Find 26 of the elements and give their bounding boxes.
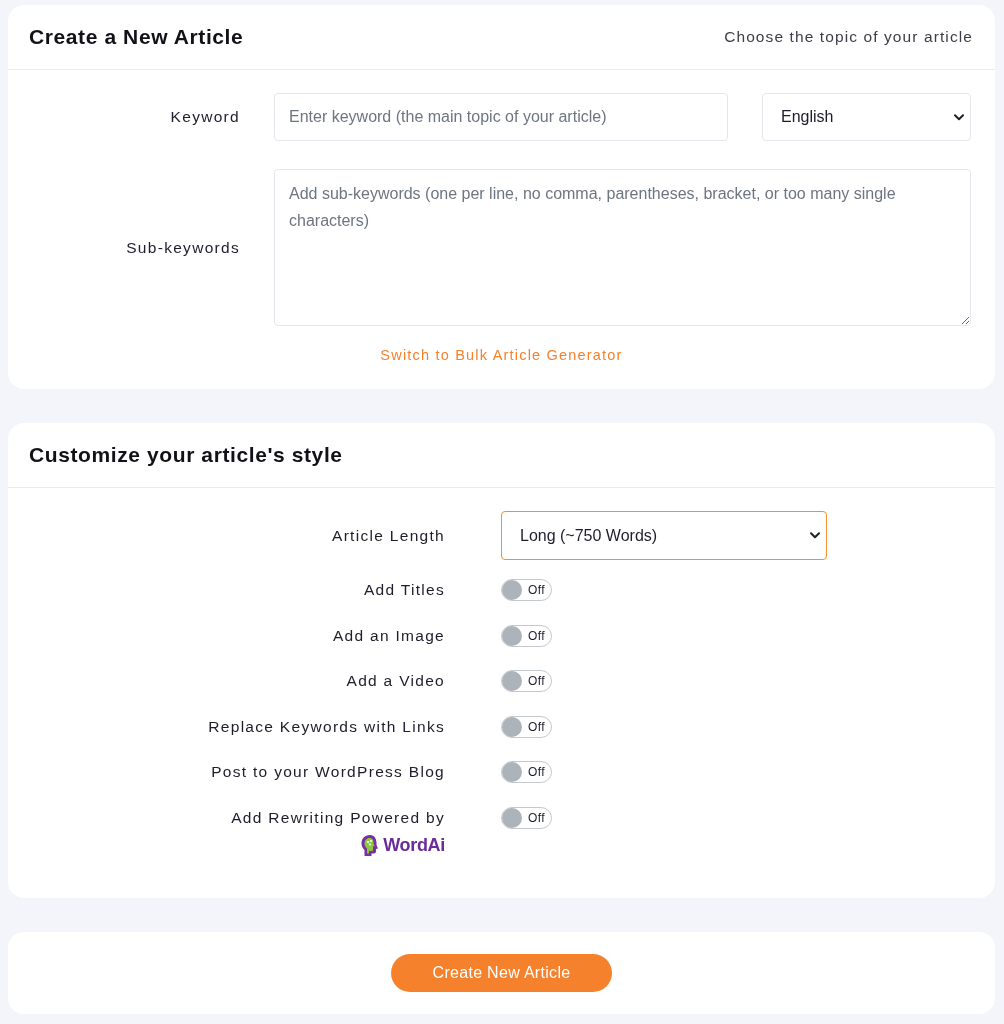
toggle-switch[interactable]: Off [501, 579, 552, 601]
article-length-select[interactable]: Long (~750 Words) [501, 511, 827, 560]
toggle-switch[interactable]: Off [501, 670, 552, 692]
keyword-label: Keyword [170, 108, 240, 126]
toggle-switch[interactable]: Off [501, 761, 552, 783]
article-length-label: Article Length [332, 526, 445, 546]
wordai-logo-text: WordAi [383, 834, 445, 856]
option-label: Add a Video [346, 671, 445, 691]
sub-keywords-label: Sub-keywords [126, 238, 240, 257]
card-title: Customize your article's style [29, 443, 343, 467]
toggle-switch[interactable]: Off [501, 806, 552, 829]
chevron-down-icon [810, 532, 820, 539]
head-profile-icon [360, 833, 381, 857]
option-label: Add an Image [332, 625, 445, 646]
toggle-switch[interactable]: Off [501, 624, 552, 647]
language-select[interactable]: English [762, 93, 971, 141]
keyword-input[interactable]: Enter keyword (the main topic of your article) [274, 93, 728, 141]
option-label: Replace Keywords with Links [208, 716, 445, 737]
sub-keywords-textarea[interactable]: Add sub-keywords (one per line, no comma, parentheses, bracket, or too many single characters) [274, 169, 971, 326]
chevron-down-icon [954, 113, 964, 121]
card-subtitle: Choose the topic of your article [724, 28, 973, 46]
toggle-switch[interactable]: Off [501, 715, 552, 738]
option-label: Add Titles [363, 580, 445, 600]
option-label: Add Rewriting Powered by [231, 807, 445, 828]
option-label: Post to your WordPress Blog [211, 762, 445, 782]
card-title: Create a New Article [29, 25, 244, 49]
